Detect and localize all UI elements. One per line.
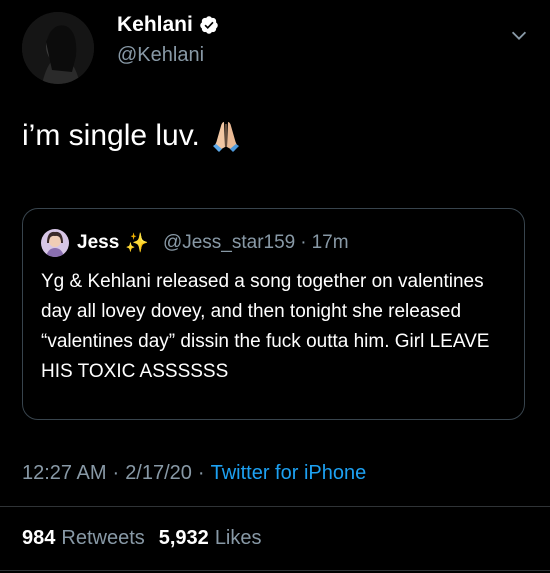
quoted-tweet-header: Jess ✨ @Jess_star159 · 17m [41, 229, 349, 257]
tweet-text: i’m single luv. [22, 119, 200, 152]
chevron-down-icon[interactable] [508, 24, 530, 46]
likes-label[interactable]: Likes [215, 527, 262, 550]
sparkles-icon: ✨ [125, 233, 149, 254]
quoted-tweet-time: 17m [311, 232, 349, 253]
tweet-metadata: 12:27 AM · 2/17/20 · Twitter for iPhone [22, 462, 366, 485]
retweets-label[interactable]: Retweets [61, 527, 144, 550]
tweet-stats: 984 Retweets 5,932 Likes [22, 527, 262, 550]
author-avatar[interactable] [22, 12, 94, 84]
divider [0, 570, 550, 571]
folded-hands-emoji-icon [212, 122, 239, 152]
quoted-author-handle[interactable]: @Jess_star159 [163, 232, 295, 254]
tweet-source-link[interactable]: Twitter for iPhone [211, 462, 367, 485]
quoted-tweet-card[interactable]: Jess ✨ @Jess_star159 · 17m Yg & Kehlani … [22, 208, 525, 420]
tweet-date: 2/17/20 [125, 462, 192, 484]
divider [0, 506, 550, 507]
author-name-row: Kehlani [117, 13, 219, 37]
separator-dot: · [300, 232, 307, 253]
author-handle[interactable]: @Kehlani [117, 44, 204, 67]
separator-dot: · [197, 462, 205, 484]
verified-badge-icon [200, 16, 218, 34]
tweet-time: 12:27 AM [22, 462, 107, 484]
tweet-body: i’m single luv. [22, 118, 244, 154]
separator-dot: · [112, 462, 120, 484]
author-name[interactable]: Kehlani [117, 13, 193, 37]
quoted-author-avatar[interactable] [41, 229, 69, 257]
retweets-count[interactable]: 984 [22, 527, 55, 550]
likes-count[interactable]: 5,932 [159, 527, 209, 550]
quoted-author-name[interactable]: Jess [77, 232, 119, 254]
quoted-tweet-text: Yg & Kehlani released a song together on… [41, 271, 490, 382]
